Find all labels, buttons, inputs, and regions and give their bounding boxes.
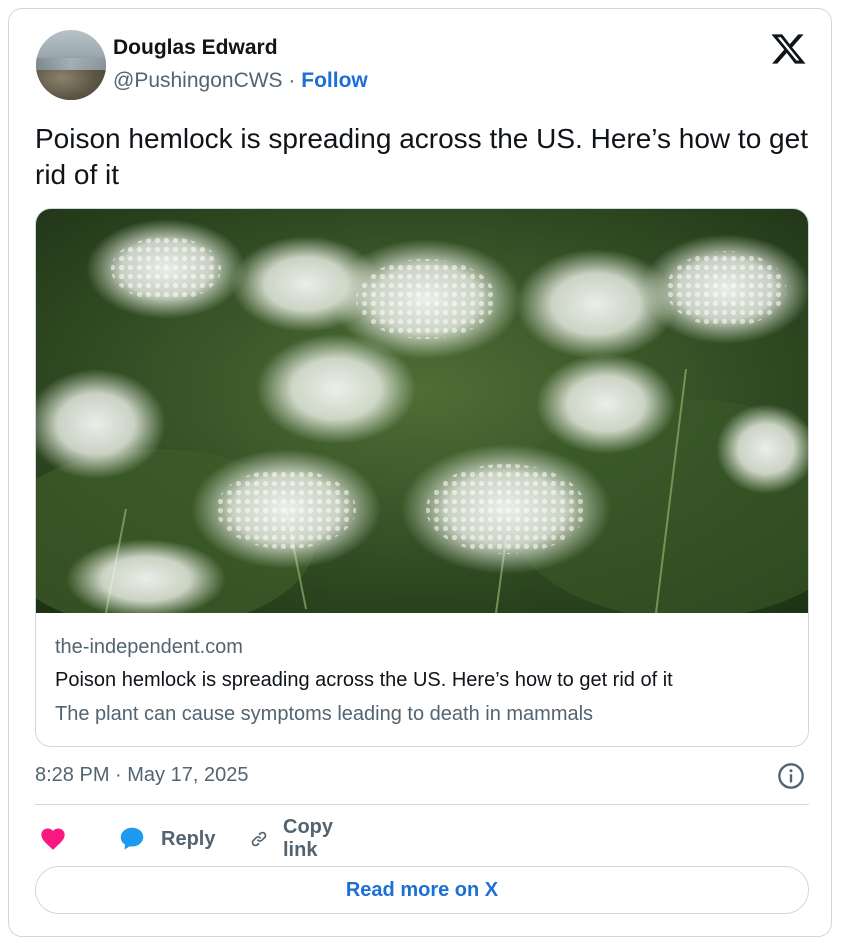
author-handle[interactable]: @PushingonCWS bbox=[113, 69, 283, 92]
author-handle-row: @PushingonCWS · Follow bbox=[113, 69, 368, 93]
copy-link-button[interactable]: Copy link bbox=[249, 816, 343, 861]
divider bbox=[35, 804, 809, 805]
author-name[interactable]: Douglas Edward bbox=[113, 36, 278, 60]
avatar[interactable] bbox=[36, 30, 106, 100]
read-more-label: Read more on X bbox=[345, 878, 499, 901]
link-title: Poison hemlock is spreading across the U… bbox=[55, 669, 673, 691]
speech-bubble-icon bbox=[120, 827, 144, 850]
follow-button[interactable]: Follow bbox=[301, 69, 368, 92]
read-more-button[interactable]: Read more on X bbox=[35, 866, 809, 914]
tweet-timestamp[interactable]: 8:28 PM · May 17, 2025 bbox=[35, 764, 248, 787]
link-icon bbox=[251, 831, 267, 847]
info-icon[interactable] bbox=[777, 762, 805, 790]
separator-dot: · bbox=[288, 69, 296, 92]
x-logo-icon[interactable] bbox=[771, 31, 807, 67]
like-button[interactable] bbox=[39, 821, 67, 857]
reply-label: Reply bbox=[161, 827, 216, 850]
reply-button[interactable]: Reply bbox=[117, 821, 215, 857]
heart-icon bbox=[41, 828, 65, 850]
link-domain: the-independent.com bbox=[55, 636, 243, 658]
link-preview-card[interactable]: the-independent.com Poison hemlock is sp… bbox=[35, 208, 809, 747]
embedded-tweet-card: Douglas Edward @PushingonCWS · Follow Po… bbox=[8, 8, 832, 937]
tweet-text: Poison hemlock is spreading across the U… bbox=[35, 123, 808, 190]
copy-link-label: Copy link bbox=[283, 816, 333, 861]
link-description: The plant can cause symptoms leading to … bbox=[55, 703, 594, 725]
white-hemlock-flowers-photo bbox=[36, 209, 808, 613]
